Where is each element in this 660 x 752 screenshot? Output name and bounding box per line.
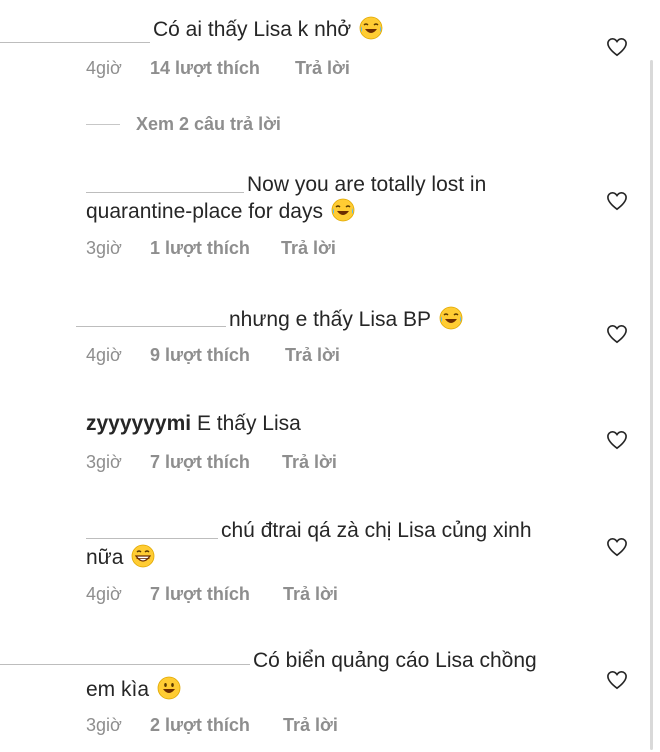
timestamp: 4giờ (86, 58, 122, 78)
reply-button[interactable]: Trả lời (282, 451, 337, 473)
comment-text: Now you are totally lost in (247, 173, 487, 196)
heart-outline-icon[interactable] (606, 430, 628, 450)
reply-button[interactable]: Trả lời (295, 57, 350, 79)
grinning-emoji (131, 544, 155, 568)
laughing-tears-emoji (359, 16, 383, 40)
timestamp: 4giờ (86, 584, 122, 604)
comment-meta: 4giờ 9 lượt thích Trả lời (86, 344, 340, 366)
comment-meta: 3giờ 1 lượt thích Trả lời (86, 237, 336, 259)
redacted-username (86, 538, 218, 539)
heart-outline-icon[interactable] (606, 37, 628, 57)
divider (86, 124, 120, 125)
comment-meta: 3giờ 7 lượt thích Trả lời (86, 451, 337, 473)
heart-outline-icon[interactable] (606, 537, 628, 557)
reply-button[interactable]: Trả lời (285, 344, 340, 366)
timestamp: 4giờ (86, 345, 122, 365)
laughing-tears-emoji (331, 198, 355, 222)
heart-outline-icon[interactable] (606, 670, 628, 690)
heart-outline-icon[interactable] (606, 324, 628, 344)
reply-button[interactable]: Trả lời (283, 583, 338, 605)
likes-count[interactable]: 7 lượt thích (150, 451, 282, 473)
comment-meta: 4giờ 7 lượt thích Trả lời (86, 583, 338, 605)
reply-button[interactable]: Trả lời (283, 714, 338, 736)
reply-button[interactable]: Trả lời (281, 237, 336, 259)
timestamp: 3giờ (86, 452, 122, 472)
scrollbar[interactable] (650, 60, 653, 750)
heart-outline-icon[interactable] (606, 191, 628, 211)
redacted-username (0, 664, 250, 665)
comment-text-line-2: em kìa (86, 676, 181, 703)
likes-count[interactable]: 9 lượt thích (150, 344, 285, 366)
likes-count[interactable]: 2 lượt thích (150, 714, 283, 736)
view-replies-button[interactable]: Xem 2 câu trả lời (86, 114, 281, 135)
comment-text: Có ai thấy Lisa k nhở (153, 16, 383, 43)
comment-text-line-2: nữa (86, 544, 155, 571)
redacted-username (86, 192, 244, 193)
smiling-emoji (157, 676, 181, 700)
redacted-username (0, 42, 150, 43)
comment-text: Có biển quảng cáo Lisa chồng (253, 649, 537, 672)
redacted-username (76, 326, 226, 327)
likes-count[interactable]: 7 lượt thích (150, 583, 283, 605)
view-replies-label: Xem 2 câu trả lời (136, 114, 281, 134)
comment-username[interactable]: zyyyyyymi (86, 412, 191, 435)
timestamp: 3giờ (86, 238, 122, 258)
timestamp: 3giờ (86, 715, 122, 735)
likes-count[interactable]: 1 lượt thích (150, 237, 281, 259)
comment-text: chú đtrai qá zà chị Lisa củng xinh (221, 519, 532, 542)
comment-text: zyyyyyymi E thấy Lisa (86, 412, 301, 435)
comment-text: nhưng e thấy Lisa BP (229, 306, 463, 333)
comment-meta: 3giờ 2 lượt thích Trả lời (86, 714, 338, 736)
laughing-tears-emoji (439, 306, 462, 330)
comment-meta: 4giờ 14 lượt thích Trả lời (86, 57, 350, 79)
comment-text-line-2: quarantine-place for days (86, 198, 355, 225)
likes-count[interactable]: 14 lượt thích (150, 57, 295, 79)
